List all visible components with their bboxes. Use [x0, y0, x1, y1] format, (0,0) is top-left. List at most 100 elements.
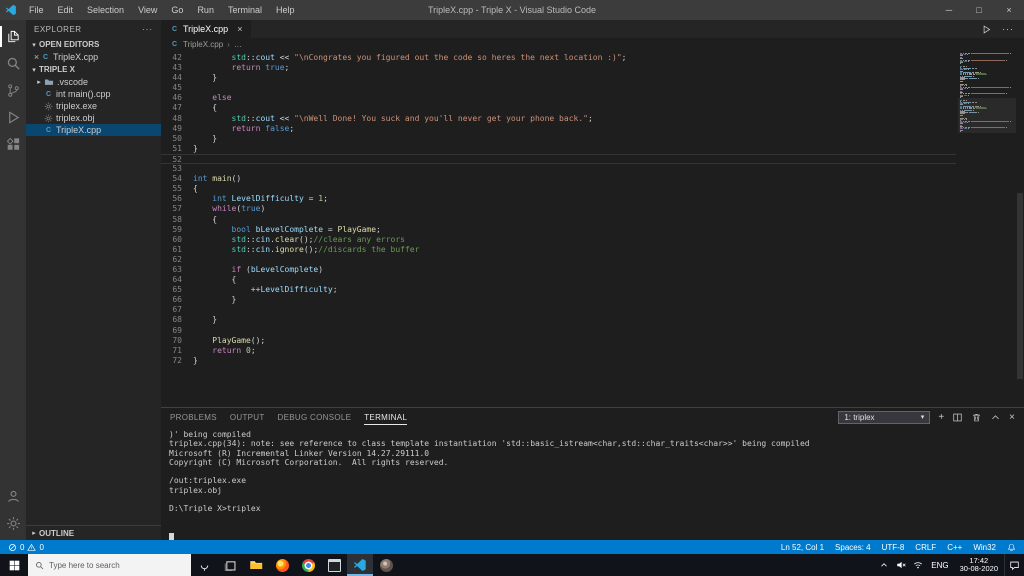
code-line-42[interactable]: 42 std::cout << "\nCongrates you figured…	[161, 53, 956, 63]
clock[interactable]: 17:42 30-08-2020	[954, 557, 1004, 574]
menu-help[interactable]: Help	[269, 0, 302, 20]
code-line-53[interactable]: 53	[161, 164, 956, 174]
activitybar-search[interactable]	[0, 50, 26, 77]
panel-tab-debug-console[interactable]: DEBUG CONSOLE	[278, 409, 352, 426]
code-line-64[interactable]: 64 {	[161, 275, 956, 285]
code-line-59[interactable]: 59 bool bLevelComplete = PlayGame;	[161, 225, 956, 235]
notifications-bell-icon[interactable]	[1007, 543, 1016, 552]
maximize-button[interactable]: □	[964, 0, 994, 20]
taskbar-app-gimp[interactable]	[373, 554, 399, 576]
code-line-61[interactable]: 61 std::cin.ignore();//discards the buff…	[161, 245, 956, 255]
problems-indicator[interactable]: 0 0	[8, 543, 44, 552]
code-line-43[interactable]: 43 return true;	[161, 63, 956, 73]
menu-go[interactable]: Go	[164, 0, 190, 20]
language-indicator[interactable]: ENG	[926, 561, 953, 570]
code-line-67[interactable]: 67	[161, 305, 956, 315]
indentation[interactable]: Spaces: 4	[835, 543, 871, 552]
encoding[interactable]: UTF-8	[882, 543, 905, 552]
menu-terminal[interactable]: Terminal	[221, 0, 269, 20]
code-line-71[interactable]: 71 return 0;	[161, 346, 956, 356]
code-line-47[interactable]: 47 {	[161, 103, 956, 113]
sidebar-more-actions-icon[interactable]: ···	[142, 25, 153, 34]
action-center-icon[interactable]	[1004, 554, 1024, 576]
panel-tab-terminal[interactable]: TERMINAL	[364, 409, 407, 426]
tree-item-triplex-cpp[interactable]: CTripleX.cpp	[26, 124, 161, 136]
tray-expand-icon[interactable]	[875, 554, 892, 576]
open-editor-triplex-cpp[interactable]: ×CTripleX.cpp	[26, 51, 161, 63]
breadcrumb-file[interactable]: TripleX.cpp	[183, 40, 223, 49]
panel-tab-output[interactable]: OUTPUT	[230, 409, 265, 426]
task-view-button[interactable]	[217, 554, 243, 576]
code-line-44[interactable]: 44 }	[161, 73, 956, 83]
terminal[interactable]: )' being compiledtriplex.cpp(34): note: …	[161, 426, 1024, 540]
run-file-icon[interactable]	[981, 24, 992, 35]
maximize-panel-icon[interactable]	[990, 412, 1001, 423]
activitybar-explorer[interactable]	[0, 23, 26, 50]
taskbar-search[interactable]: Type here to search	[28, 554, 191, 576]
scrollbar-slider[interactable]	[1017, 193, 1023, 378]
menu-edit[interactable]: Edit	[51, 0, 81, 20]
close-editor-icon[interactable]: ×	[32, 52, 41, 62]
close-tab-icon[interactable]: ×	[237, 24, 242, 34]
editor-scrollbar[interactable]	[1016, 51, 1024, 407]
start-button[interactable]	[0, 554, 28, 576]
cursor-position[interactable]: Ln 52, Col 1	[781, 543, 824, 552]
menu-file[interactable]: File	[22, 0, 51, 20]
section-outline[interactable]: ▸ OUTLINE	[26, 525, 161, 540]
breadcrumb-symbol[interactable]: …	[234, 40, 242, 49]
split-terminal-icon[interactable]	[952, 412, 963, 423]
code-editor[interactable]: 42 std::cout << "\nCongrates you figured…	[161, 51, 1024, 407]
more-actions-icon[interactable]: ···	[1002, 24, 1014, 34]
taskbar-app-vscode[interactable]	[347, 554, 373, 576]
tree-item-triplex-exe[interactable]: triplex.exe	[26, 100, 161, 112]
tree-item-vscode[interactable]: ▸.vscode	[26, 76, 161, 88]
close-window-button[interactable]: ×	[994, 0, 1024, 20]
minimize-button[interactable]: ─	[934, 0, 964, 20]
code-line-70[interactable]: 70 PlayGame();	[161, 336, 956, 346]
taskbar-app-terminal[interactable]	[321, 554, 347, 576]
menu-view[interactable]: View	[131, 0, 164, 20]
kill-terminal-icon[interactable]	[971, 412, 982, 423]
activitybar-source-control[interactable]	[0, 77, 26, 104]
minimap[interactable]	[958, 51, 1016, 407]
activitybar-account[interactable]	[0, 483, 26, 510]
code-line-49[interactable]: 49 return false;	[161, 124, 956, 134]
taskbar-app-file-explorer[interactable]	[243, 554, 269, 576]
code-line-69[interactable]: 69	[161, 326, 956, 336]
code-line-48[interactable]: 48 std::cout << "\nWell Done! You suck a…	[161, 114, 956, 124]
taskbar-app-firefox[interactable]	[269, 554, 295, 576]
language-mode[interactable]: C++	[947, 543, 962, 552]
network-icon[interactable]	[909, 554, 926, 576]
code-line-72[interactable]: 72}	[161, 356, 956, 366]
code-line-68[interactable]: 68 }	[161, 315, 956, 325]
code-line-52[interactable]: 52	[161, 154, 956, 164]
code-line-66[interactable]: 66 }	[161, 295, 956, 305]
code-line-45[interactable]: 45	[161, 83, 956, 93]
section-project[interactable]: ▾ TRIPLE X	[26, 63, 161, 76]
code-line-54[interactable]: 54int main()	[161, 174, 956, 184]
section-open-editors[interactable]: ▾ OPEN EDITORS	[26, 38, 161, 51]
tree-item-int-main-cpp[interactable]: Cint main().cpp	[26, 88, 161, 100]
code-line-58[interactable]: 58 {	[161, 215, 956, 225]
activitybar-run-debug[interactable]	[0, 104, 26, 131]
eol[interactable]: CRLF	[915, 543, 936, 552]
new-terminal-icon[interactable]: +	[938, 412, 944, 423]
code-line-51[interactable]: 51}	[161, 144, 956, 154]
volume-muted-icon[interactable]	[892, 554, 909, 576]
taskbar-app-chrome[interactable]	[295, 554, 321, 576]
code-line-50[interactable]: 50 }	[161, 134, 956, 144]
code-line-57[interactable]: 57 while(true)	[161, 204, 956, 214]
menu-selection[interactable]: Selection	[80, 0, 131, 20]
activitybar-settings[interactable]	[0, 510, 26, 537]
tree-item-triplex-obj[interactable]: triplex.obj	[26, 112, 161, 124]
platform[interactable]: Win32	[973, 543, 996, 552]
code-line-56[interactable]: 56 int LevelDifficulty = 1;	[161, 194, 956, 204]
code-line-55[interactable]: 55{	[161, 184, 956, 194]
menu-run[interactable]: Run	[190, 0, 221, 20]
cortana-mic-button[interactable]	[191, 554, 217, 576]
code-line-65[interactable]: 65 ++LevelDifficulty;	[161, 285, 956, 295]
code-line-63[interactable]: 63 if (bLevelComplete)	[161, 265, 956, 275]
close-panel-icon[interactable]: ×	[1009, 412, 1015, 423]
code-line-62[interactable]: 62	[161, 255, 956, 265]
terminal-selector[interactable]: 1: triplex ▾	[838, 411, 930, 424]
